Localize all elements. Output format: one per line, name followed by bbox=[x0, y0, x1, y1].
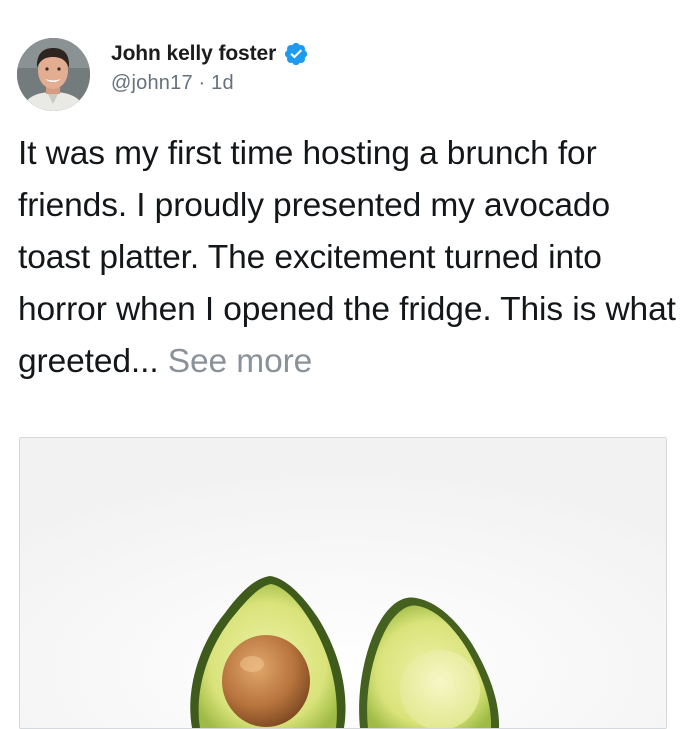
author-display-name[interactable]: John kelly foster bbox=[111, 42, 276, 66]
meta-separator: · bbox=[198, 72, 206, 94]
tweet-media-image[interactable] bbox=[19, 437, 667, 729]
author-block: John kelly foster @john17 · 1d bbox=[111, 40, 309, 95]
tweet-text: It was my first time hosting a brunch fo… bbox=[18, 128, 678, 388]
see-more-link[interactable]: See more bbox=[168, 343, 313, 380]
author-name-row: John kelly foster bbox=[111, 40, 309, 68]
tweet-body: It was my first time hosting a brunch fo… bbox=[18, 135, 676, 380]
avatar[interactable] bbox=[17, 38, 90, 111]
author-handle[interactable]: @john17 bbox=[111, 72, 193, 94]
avatar-image bbox=[17, 38, 90, 111]
verified-badge-icon bbox=[283, 41, 309, 67]
tweet-timestamp[interactable]: 1d bbox=[211, 72, 234, 94]
pit-hollow bbox=[400, 650, 480, 728]
tweet-card: John kelly foster @john17 · 1d It was my… bbox=[0, 0, 700, 729]
avocado-image bbox=[20, 438, 666, 728]
avocado-pit bbox=[222, 635, 310, 727]
author-meta: @john17 · 1d bbox=[111, 72, 309, 95]
